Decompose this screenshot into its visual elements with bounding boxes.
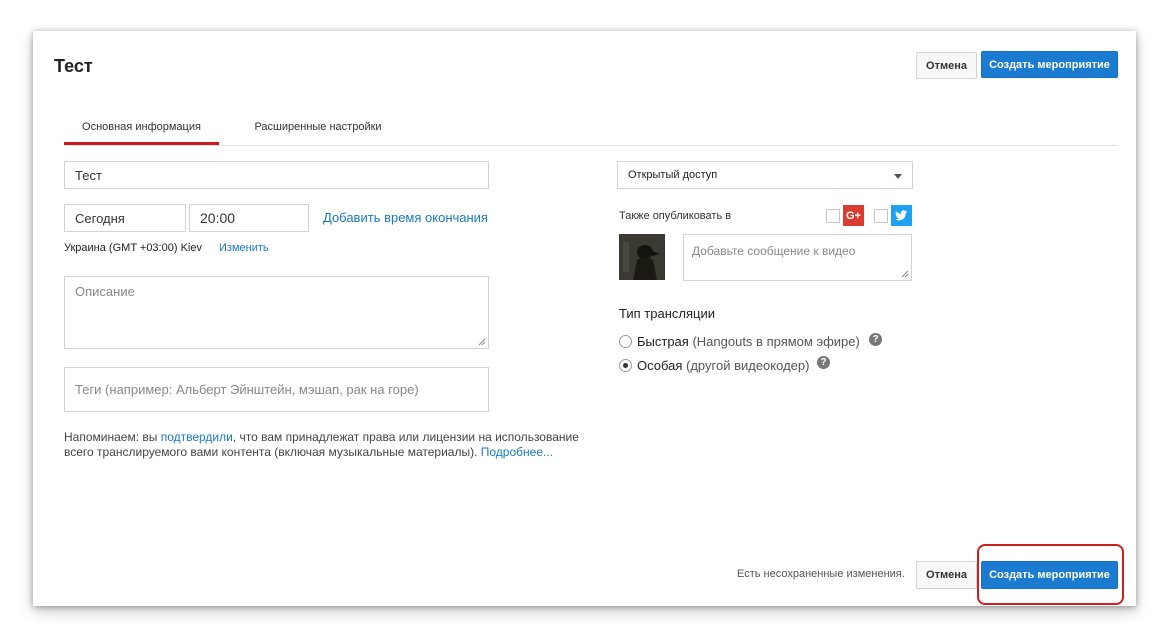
help-icon[interactable]: ? — [869, 333, 882, 346]
option-quick-label[interactable]: Быстрая (Hangouts в прямом эфире) — [637, 334, 860, 349]
also-publish-label: Также опубликовать в — [619, 210, 732, 222]
twitter-checkbox[interactable] — [874, 209, 888, 223]
create-event-button-top[interactable]: Создать мероприятие — [981, 51, 1118, 78]
privacy-select[interactable]: Открытый доступ — [617, 161, 913, 189]
tags-input[interactable]: Теги (например: Альберт Эйнштейн, мэшап,… — [64, 367, 489, 412]
dropdown-arrow-icon — [894, 174, 902, 179]
option-custom-label[interactable]: Особая (другой видеокодер) — [637, 358, 809, 373]
twitter-icon — [891, 205, 912, 226]
gplus-checkbox[interactable] — [826, 209, 840, 223]
tab-basic-info[interactable]: Основная информация — [64, 121, 219, 133]
create-event-panel: Тест Отмена Создать мероприятие Основная… — [33, 31, 1136, 606]
cancel-button-top[interactable]: Отмена — [916, 52, 977, 79]
time-input[interactable]: 20:00 — [189, 204, 309, 232]
resize-handle-icon[interactable] — [478, 338, 486, 346]
google-plus-icon: G+ — [843, 205, 864, 226]
timezone-text: Украина (GMT +03:00) Kiev — [64, 242, 202, 254]
description-placeholder: Описание — [75, 284, 135, 299]
share-message-textarea[interactable]: Добавьте сообщение к видео — [683, 234, 912, 281]
option-quick-bold: Быстрая — [637, 334, 689, 349]
option-custom-rest: (другой видеокодер) — [682, 358, 810, 373]
date-input[interactable]: Сегодня — [64, 204, 186, 232]
unsaved-changes-text: Есть несохраненные изменения. — [737, 568, 905, 580]
avatar — [619, 234, 665, 280]
rights-notice: Напоминаем: вы подтвердили, что вам прин… — [64, 430, 604, 460]
change-timezone-link[interactable]: Изменить — [219, 242, 269, 254]
privacy-value: Открытый доступ — [628, 169, 718, 181]
more-link[interactable]: Подробнее... — [481, 445, 553, 459]
notice-prefix: Напоминаем: вы — [64, 430, 161, 444]
page-title: Тест — [54, 56, 93, 76]
tab-active-indicator — [64, 142, 219, 145]
broadcast-type-heading: Тип трансляции — [619, 306, 715, 321]
radio-custom[interactable] — [619, 359, 632, 372]
radio-quick[interactable] — [619, 335, 632, 348]
cancel-button-bottom[interactable]: Отмена — [916, 561, 977, 589]
title-input[interactable]: Тест — [64, 161, 489, 189]
option-quick-rest: (Hangouts в прямом эфире) — [688, 334, 860, 349]
highlight-frame — [977, 544, 1124, 605]
share-message-placeholder: Добавьте сообщение к видео — [692, 244, 856, 258]
tabs-divider — [64, 145, 1117, 146]
option-custom-bold: Особая — [637, 358, 683, 373]
resize-handle-icon[interactable] — [901, 270, 909, 278]
help-icon[interactable]: ? — [817, 356, 830, 369]
tab-advanced-settings[interactable]: Расширенные настройки — [238, 121, 398, 133]
add-end-time-link[interactable]: Добавить время окончания — [323, 210, 488, 225]
confirmed-link[interactable]: подтвердили — [161, 430, 233, 444]
description-textarea[interactable]: Описание — [64, 276, 489, 349]
